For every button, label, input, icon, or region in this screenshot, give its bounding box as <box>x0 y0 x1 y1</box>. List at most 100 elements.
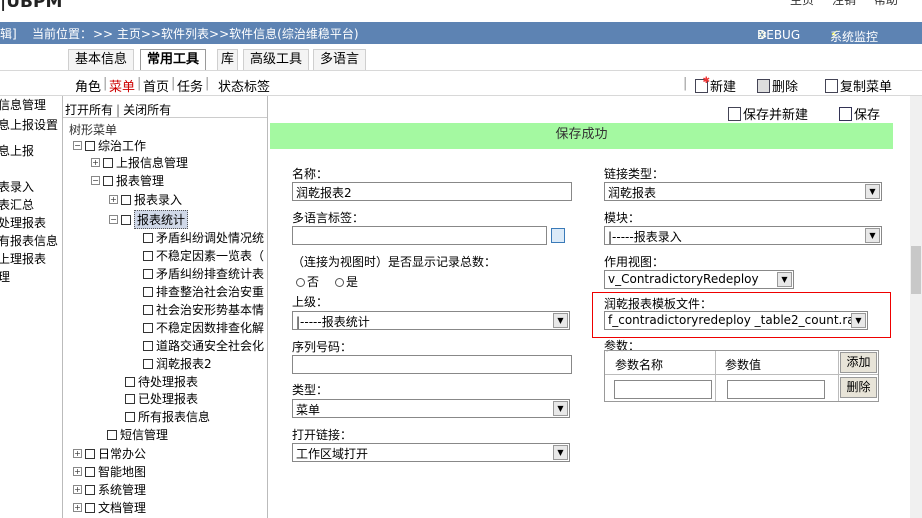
left-item[interactable]: 上理报表 <box>0 250 46 267</box>
open-all-link[interactable]: 打开所有 <box>65 101 113 118</box>
tree-leaf[interactable]: 不稳定因数排查化解 <box>143 319 264 336</box>
tree-checkbox[interactable] <box>125 393 135 404</box>
tree-node[interactable]: + 日常办公 <box>73 445 146 462</box>
tree-node[interactable]: − 综治工作 <box>73 137 146 154</box>
tree-checkbox[interactable] <box>85 448 95 459</box>
logout-link[interactable]: 注销 <box>832 0 856 8</box>
tree-checkbox[interactable] <box>103 175 113 186</box>
collapse-icon[interactable]: − <box>109 215 118 224</box>
tree-node[interactable]: + 文档管理 <box>73 499 146 516</box>
tree-checkbox[interactable] <box>85 502 95 513</box>
tree-leaf[interactable]: 矛盾纠纷调处情况统 <box>143 229 264 246</box>
link-type-select[interactable]: 润乾报表 ▼ <box>604 182 882 201</box>
tree-checkbox[interactable] <box>143 232 153 243</box>
subtab-status-label[interactable]: 状态标签 <box>218 76 270 95</box>
tree-checkbox[interactable] <box>143 268 153 279</box>
expand-icon[interactable]: + <box>73 503 82 512</box>
delete-button[interactable]: 删除 <box>757 76 798 95</box>
tab-advanced-tools[interactable]: 高级工具 <box>243 49 310 70</box>
tree-leaf[interactable]: 已处理报表 <box>125 390 198 407</box>
tree-node[interactable]: − 报表管理 <box>91 172 164 189</box>
left-item[interactable]: 表录入 <box>0 178 34 195</box>
save-and-new-button[interactable]: 保存并新建 <box>728 104 808 123</box>
left-item[interactable]: 理 <box>0 268 10 285</box>
tab-library[interactable]: 库 <box>217 49 239 70</box>
tab-common-tools[interactable]: 常用工具 <box>140 49 207 70</box>
tree-leaf[interactable]: 短信管理 <box>107 426 168 443</box>
view-select[interactable]: v_ContradictoryRedeploy ▼ <box>604 270 794 289</box>
tree-checkbox[interactable] <box>107 429 117 440</box>
tree-node[interactable]: + 上报信息管理 <box>91 154 188 171</box>
radio-yes-icon[interactable] <box>335 278 344 287</box>
left-item[interactable]: 处理报表 <box>0 214 46 231</box>
seq-field[interactable] <box>292 355 572 374</box>
save-button[interactable]: 保存 <box>839 104 880 123</box>
tree-node[interactable]: + 报表录入 <box>109 191 182 208</box>
left-item[interactable]: 信息管理 <box>0 96 46 113</box>
tree-checkbox[interactable] <box>143 250 153 261</box>
tree-leaf[interactable]: 不稳定因素一览表（ <box>143 247 264 264</box>
expand-icon[interactable]: + <box>73 485 82 494</box>
subtab-role[interactable]: 角色 <box>75 76 101 95</box>
tree-leaf[interactable]: 道路交通安全社会化 <box>143 337 264 354</box>
name-field[interactable]: 润乾报表2 <box>292 182 572 201</box>
chevron-down-icon[interactable]: ▼ <box>865 228 880 243</box>
tree-checkbox[interactable] <box>143 286 153 297</box>
delete-param-button[interactable]: 删除 <box>840 377 877 398</box>
tree-checkbox[interactable] <box>143 340 153 351</box>
expand-icon[interactable]: + <box>91 158 100 167</box>
tree-checkbox[interactable] <box>143 304 153 315</box>
left-item[interactable]: 有报表信息 <box>0 232 58 249</box>
tree-checkbox[interactable] <box>85 484 95 495</box>
tree-checkbox[interactable] <box>125 411 135 422</box>
param-value-input[interactable] <box>727 380 825 399</box>
template-select[interactable]: f_contradictoryredeploy _table2_count.ra… <box>604 311 868 330</box>
tree-node-selected[interactable]: − 报表统计 <box>109 210 189 229</box>
tree-leaf[interactable]: 所有报表信息 <box>125 408 210 425</box>
subtab-menu[interactable]: 菜单 <box>109 76 135 95</box>
tree-checkbox[interactable] <box>85 140 95 151</box>
open-link-select[interactable]: 工作区域打开 ▼ <box>292 443 570 462</box>
tab-basic-info[interactable]: 基本信息 <box>68 49 135 70</box>
expand-icon[interactable]: + <box>73 449 82 458</box>
left-item[interactable]: 表汇总 <box>0 196 34 213</box>
chevron-down-icon[interactable]: ▼ <box>553 313 568 328</box>
help-link[interactable]: 帮助 <box>874 0 898 8</box>
edit-multilang-icon[interactable] <box>551 228 565 243</box>
tree-checkbox[interactable] <box>121 214 131 225</box>
radio-no-icon[interactable] <box>296 278 305 287</box>
collapse-icon[interactable]: − <box>73 141 82 150</box>
left-item[interactable]: 息上报设置 <box>0 116 58 133</box>
tree-node[interactable]: + 智能地图 <box>73 463 146 480</box>
param-name-input[interactable] <box>614 380 712 399</box>
type-select[interactable]: 菜单 ▼ <box>292 399 570 418</box>
subtab-home[interactable]: 首页 <box>143 76 169 95</box>
home-link[interactable]: 主页 <box>790 0 814 8</box>
collapse-icon[interactable]: − <box>91 176 100 185</box>
subtab-task[interactable]: 任务 <box>177 76 203 95</box>
chevron-down-icon[interactable]: ▼ <box>553 401 568 416</box>
tree-leaf[interactable]: 社会治安形势基本情 <box>143 301 264 318</box>
add-param-button[interactable]: 添加 <box>840 352 877 373</box>
parent-select[interactable]: |-----报表统计 ▼ <box>292 311 570 330</box>
tab-multilanguage[interactable]: 多语言 <box>313 49 367 70</box>
expand-icon[interactable]: + <box>73 467 82 476</box>
chevron-down-icon[interactable]: ▼ <box>777 272 792 287</box>
radio-no[interactable]: 否 <box>296 273 319 290</box>
tree-checkbox[interactable] <box>125 376 135 387</box>
copy-menu-button[interactable]: 复制菜单 <box>825 76 892 95</box>
new-button[interactable]: ✱ 新建 <box>695 76 736 95</box>
tree-checkbox[interactable] <box>103 157 113 168</box>
expand-icon[interactable]: + <box>109 195 118 204</box>
tree-checkbox[interactable] <box>143 358 153 369</box>
close-all-link[interactable]: 关闭所有 <box>123 101 171 118</box>
left-item[interactable]: 息上报 <box>0 142 34 159</box>
chevron-down-icon[interactable]: ▼ <box>865 184 880 199</box>
module-select[interactable]: |-----报表录入 ▼ <box>604 226 882 245</box>
tree-checkbox[interactable] <box>143 322 153 333</box>
radio-yes[interactable]: 是 <box>335 273 358 290</box>
tree-checkbox[interactable] <box>85 466 95 477</box>
tree-leaf[interactable]: 待处理报表 <box>125 373 198 390</box>
page-scrollbar[interactable] <box>910 96 922 518</box>
chevron-down-icon[interactable]: ▼ <box>851 313 866 328</box>
